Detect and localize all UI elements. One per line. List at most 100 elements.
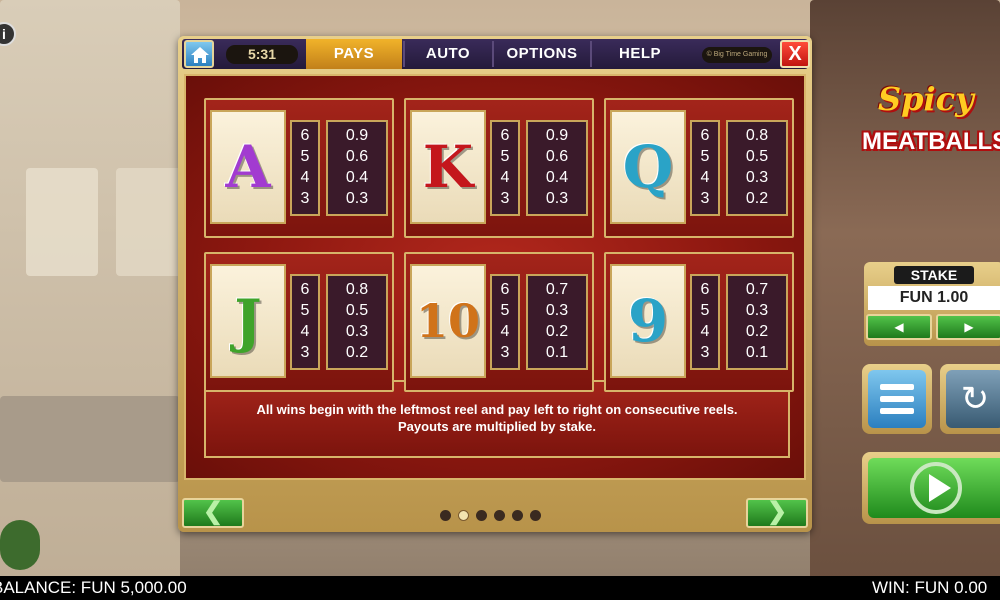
paytable-content: All wins begin with the leftmost reel an… (184, 74, 806, 480)
brand-label: © Big Time Gaming (702, 47, 772, 63)
symbol-tile: 10 (410, 264, 486, 378)
match-count: 4 (500, 323, 510, 340)
page-dot[interactable] (494, 510, 505, 521)
payout-value: 0.2 (745, 323, 769, 340)
payout-value: 0.8 (345, 281, 369, 298)
page-dot[interactable] (476, 510, 487, 521)
payout-value: 0.6 (545, 148, 569, 165)
payout-value: 0.3 (545, 190, 569, 207)
match-count-column: 6 5 4 3 (290, 120, 320, 216)
tab-options[interactable]: OPTIONS (494, 39, 590, 69)
play-icon (910, 462, 962, 514)
match-count: 3 (300, 190, 310, 207)
payout-value: 0.6 (345, 148, 369, 165)
menu-button[interactable] (862, 364, 932, 434)
payout-value: 0.3 (545, 302, 569, 319)
page-dot[interactable] (458, 510, 469, 521)
page-dot[interactable] (512, 510, 523, 521)
symbol-tile: 9 (610, 264, 686, 378)
stake-increase-button[interactable]: ▶ (936, 314, 1000, 340)
match-count-column: 6 5 4 3 (490, 120, 520, 216)
match-count-column: 6 5 4 3 (690, 120, 720, 216)
tab-help[interactable]: HELP (592, 39, 688, 69)
background-window (26, 168, 98, 276)
paytable-card: K 6 5 4 3 0.9 0.6 0.4 0.3 (404, 98, 594, 238)
payout-value: 0.9 (345, 127, 369, 144)
match-count: 5 (300, 148, 310, 165)
match-count: 5 (500, 302, 510, 319)
payout-column: 0.9 0.6 0.4 0.3 (526, 120, 588, 216)
payout-value: 0.5 (745, 148, 769, 165)
close-button[interactable]: X (780, 40, 810, 68)
clock: 5:31 (226, 45, 298, 64)
payout-column: 0.7 0.3 0.2 0.1 (726, 274, 788, 370)
symbol-letter: K (422, 133, 474, 201)
paytable-card: 9 6 5 4 3 0.7 0.3 0.2 0.1 (604, 252, 794, 392)
match-count: 6 (500, 127, 510, 144)
match-count: 6 (300, 127, 310, 144)
match-count: 3 (500, 190, 510, 207)
rules-line: All wins begin with the leftmost reel an… (256, 402, 738, 417)
paytable-card: 10 6 5 4 3 0.7 0.3 0.2 0.1 (404, 252, 594, 392)
spin-button[interactable] (862, 452, 1000, 524)
payout-value: 0.1 (745, 344, 769, 361)
symbol-tile: K (410, 110, 486, 224)
symbol-letter: 9 (627, 287, 669, 355)
page-dot[interactable] (530, 510, 541, 521)
stake-value: FUN 1.00 (868, 286, 1000, 310)
payout-value: 0.2 (345, 344, 369, 361)
match-count: 3 (300, 344, 310, 361)
payout-value: 0.2 (745, 190, 769, 207)
payout-value: 0.1 (545, 344, 569, 361)
stake-label: STAKE (894, 266, 974, 284)
tab-auto[interactable]: AUTO (404, 39, 492, 69)
stake-panel: STAKE FUN 1.00 ◀ ▶ (864, 262, 1000, 346)
paytable-dialog: 5:31 PAYS AUTO OPTIONS HELP © Big Time G… (178, 36, 812, 532)
match-count: 6 (700, 127, 710, 144)
background-counter (0, 396, 180, 482)
payout-value: 0.3 (745, 302, 769, 319)
payout-value: 0.5 (345, 302, 369, 319)
match-count: 4 (700, 169, 710, 186)
match-count-column: 6 5 4 3 (290, 274, 320, 370)
match-count: 6 (300, 281, 310, 298)
page-indicator (440, 510, 550, 522)
symbol-letter: Q (622, 133, 674, 201)
payout-value: 0.7 (545, 281, 569, 298)
match-count: 5 (700, 302, 710, 319)
match-count-column: 6 5 4 3 (490, 274, 520, 370)
previous-page-button[interactable]: ❮ (182, 498, 244, 528)
paytable-card: A 6 5 4 3 0.9 0.6 0.4 0.3 (204, 98, 394, 238)
payout-value: 0.3 (345, 323, 369, 340)
payout-value: 0.8 (745, 127, 769, 144)
home-icon (191, 47, 209, 63)
match-count: 4 (300, 169, 310, 186)
stake-decrease-button[interactable]: ◀ (866, 314, 932, 340)
page-dot[interactable] (440, 510, 451, 521)
background-wall (0, 0, 180, 580)
payout-value: 0.4 (345, 169, 369, 186)
match-count: 6 (700, 281, 710, 298)
dialog-bottombar: ❮ ❯ (182, 496, 808, 528)
game-logo-title: Spicy (878, 80, 974, 118)
payout-value: 0.9 (545, 127, 569, 144)
win-display: WIN: FUN 0.00 (872, 578, 988, 597)
match-count: 4 (700, 323, 710, 340)
autoplay-button[interactable]: ↻ (940, 364, 1000, 434)
symbol-letter: 10 (415, 294, 480, 348)
background-plant (0, 520, 40, 570)
match-count: 5 (300, 302, 310, 319)
tab-pays[interactable]: PAYS (306, 39, 402, 69)
payout-value: 0.7 (745, 281, 769, 298)
payout-column: 0.9 0.6 0.4 0.3 (326, 120, 388, 216)
symbol-tile: A (210, 110, 286, 224)
next-page-button[interactable]: ❯ (746, 498, 808, 528)
match-count-column: 6 5 4 3 (690, 274, 720, 370)
payout-value: 0.2 (545, 323, 569, 340)
payout-column: 0.7 0.3 0.2 0.1 (526, 274, 588, 370)
match-count: 3 (500, 344, 510, 361)
home-button[interactable] (184, 40, 214, 68)
match-count: 4 (500, 169, 510, 186)
payout-value: 0.3 (345, 190, 369, 207)
match-count: 4 (300, 323, 310, 340)
